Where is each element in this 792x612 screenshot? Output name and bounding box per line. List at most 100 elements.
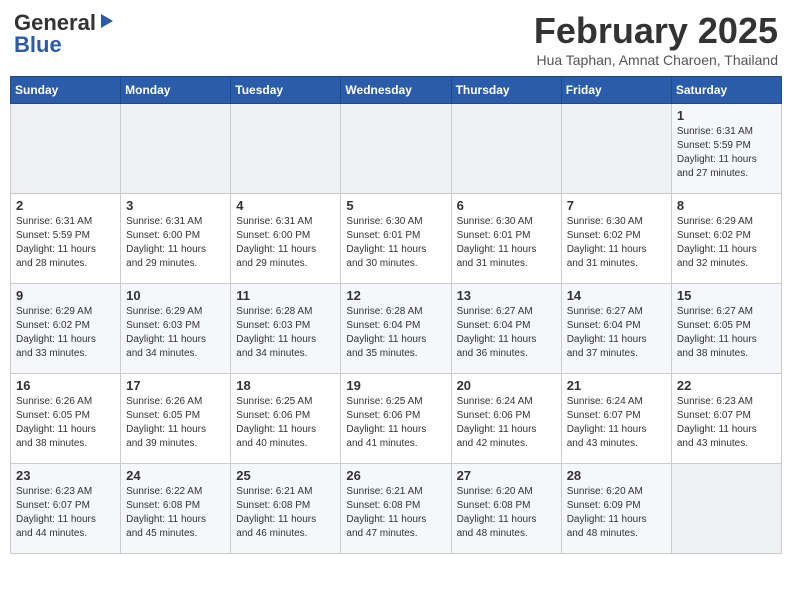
day-info: Sunrise: 6:27 AM Sunset: 6:04 PM Dayligh… (567, 305, 666, 361)
day-number: 2 (16, 198, 115, 213)
logo-blue: Blue (14, 32, 62, 58)
day-cell: 2 Sunrise: 6:31 AM Sunset: 5:59 PM Daylig… (11, 194, 121, 284)
day-info: Sunrise: 6:23 AM Sunset: 6:07 PM Dayligh… (677, 395, 776, 451)
day-number: 14 (567, 288, 666, 303)
day-cell (671, 464, 781, 554)
day-cell: 24 Sunrise: 6:22 AM Sunset: 6:08 PM Dayli… (121, 464, 231, 554)
day-cell: 25 Sunrise: 6:21 AM Sunset: 6:08 PM Dayli… (231, 464, 341, 554)
day-number: 4 (236, 198, 335, 213)
weekday-header-row: SundayMondayTuesdayWednesdayThursdayFrid… (11, 77, 782, 104)
day-number: 25 (236, 468, 335, 483)
weekday-sunday: Sunday (11, 77, 121, 104)
day-number: 28 (567, 468, 666, 483)
day-info: Sunrise: 6:25 AM Sunset: 6:06 PM Dayligh… (346, 395, 445, 451)
day-info: Sunrise: 6:31 AM Sunset: 5:59 PM Dayligh… (677, 125, 776, 181)
day-cell (121, 104, 231, 194)
day-cell: 9 Sunrise: 6:29 AM Sunset: 6:02 PM Daylig… (11, 284, 121, 374)
day-info: Sunrise: 6:30 AM Sunset: 6:02 PM Dayligh… (567, 215, 666, 271)
day-cell: 17Sunrise: 6:26 AM Sunset: 6:05 PM Dayli… (121, 374, 231, 464)
calendar-body: 1 Sunrise: 6:31 AM Sunset: 5:59 PM Daylig… (11, 104, 782, 554)
day-info: Sunrise: 6:20 AM Sunset: 6:09 PM Dayligh… (567, 485, 666, 541)
week-row-2: 9 Sunrise: 6:29 AM Sunset: 6:02 PM Daylig… (11, 284, 782, 374)
day-number: 8 (677, 198, 776, 213)
day-info: Sunrise: 6:29 AM Sunset: 6:02 PM Dayligh… (677, 215, 776, 271)
day-number: 7 (567, 198, 666, 213)
day-number: 3 (126, 198, 225, 213)
day-cell: 20 Sunrise: 6:24 AM Sunset: 6:06 PM Dayli… (451, 374, 561, 464)
day-number: 26 (346, 468, 445, 483)
day-info: Sunrise: 6:21 AM Sunset: 6:08 PM Dayligh… (346, 485, 445, 541)
day-cell (451, 104, 561, 194)
weekday-saturday: Saturday (671, 77, 781, 104)
weekday-friday: Friday (561, 77, 671, 104)
logo: General Blue (14, 10, 115, 58)
weekday-tuesday: Tuesday (231, 77, 341, 104)
day-cell: 5 Sunrise: 6:30 AM Sunset: 6:01 PM Daylig… (341, 194, 451, 284)
day-cell (341, 104, 451, 194)
day-cell (231, 104, 341, 194)
weekday-wednesday: Wednesday (341, 77, 451, 104)
weekday-monday: Monday (121, 77, 231, 104)
day-info: Sunrise: 6:28 AM Sunset: 6:04 PM Dayligh… (346, 305, 445, 361)
day-number: 16 (16, 378, 115, 393)
day-number: 5 (346, 198, 445, 213)
day-info: Sunrise: 6:30 AM Sunset: 6:01 PM Dayligh… (346, 215, 445, 271)
logo-icon (97, 12, 115, 30)
day-cell (561, 104, 671, 194)
week-row-4: 23Sunrise: 6:23 AM Sunset: 6:07 PM Dayli… (11, 464, 782, 554)
day-number: 1 (677, 108, 776, 123)
week-row-0: 1 Sunrise: 6:31 AM Sunset: 5:59 PM Daylig… (11, 104, 782, 194)
day-number: 21 (567, 378, 666, 393)
day-cell: 15 Sunrise: 6:27 AM Sunset: 6:05 PM Dayli… (671, 284, 781, 374)
weekday-thursday: Thursday (451, 77, 561, 104)
day-number: 6 (457, 198, 556, 213)
day-cell: 7 Sunrise: 6:30 AM Sunset: 6:02 PM Daylig… (561, 194, 671, 284)
day-info: Sunrise: 6:28 AM Sunset: 6:03 PM Dayligh… (236, 305, 335, 361)
day-cell: 3 Sunrise: 6:31 AM Sunset: 6:00 PM Daylig… (121, 194, 231, 284)
day-number: 11 (236, 288, 335, 303)
day-number: 22 (677, 378, 776, 393)
day-info: Sunrise: 6:31 AM Sunset: 6:00 PM Dayligh… (126, 215, 225, 271)
week-row-3: 16 Sunrise: 6:26 AM Sunset: 6:05 PM Dayli… (11, 374, 782, 464)
day-info: Sunrise: 6:27 AM Sunset: 6:05 PM Dayligh… (677, 305, 776, 361)
day-info: Sunrise: 6:24 AM Sunset: 6:06 PM Dayligh… (457, 395, 556, 451)
day-cell: 28 Sunrise: 6:20 AM Sunset: 6:09 PM Dayli… (561, 464, 671, 554)
day-cell: 14 Sunrise: 6:27 AM Sunset: 6:04 PM Dayli… (561, 284, 671, 374)
day-cell: 12 Sunrise: 6:28 AM Sunset: 6:04 PM Dayli… (341, 284, 451, 374)
title-block: February 2025 Hua Taphan, Amnat Charoen,… (534, 10, 778, 68)
day-number: 12 (346, 288, 445, 303)
day-cell: 19 Sunrise: 6:25 AM Sunset: 6:06 PM Dayli… (341, 374, 451, 464)
day-info: Sunrise: 6:31 AM Sunset: 5:59 PM Dayligh… (16, 215, 115, 271)
day-number: 20 (457, 378, 556, 393)
day-cell: 13 Sunrise: 6:27 AM Sunset: 6:04 PM Dayli… (451, 284, 561, 374)
day-info: Sunrise: 6:30 AM Sunset: 6:01 PM Dayligh… (457, 215, 556, 271)
day-info: Sunrise: 6:21 AM Sunset: 6:08 PM Dayligh… (236, 485, 335, 541)
day-info: Sunrise: 6:31 AM Sunset: 6:00 PM Dayligh… (236, 215, 335, 271)
day-info: Sunrise: 6:26 AM Sunset: 6:05 PM Dayligh… (126, 395, 225, 451)
day-info: Sunrise: 6:24 AM Sunset: 6:07 PM Dayligh… (567, 395, 666, 451)
day-cell: 26 Sunrise: 6:21 AM Sunset: 6:08 PM Dayli… (341, 464, 451, 554)
day-cell: 27Sunrise: 6:20 AM Sunset: 6:08 PM Dayli… (451, 464, 561, 554)
day-info: Sunrise: 6:26 AM Sunset: 6:05 PM Dayligh… (16, 395, 115, 451)
week-row-1: 2 Sunrise: 6:31 AM Sunset: 5:59 PM Daylig… (11, 194, 782, 284)
day-info: Sunrise: 6:29 AM Sunset: 6:03 PM Dayligh… (126, 305, 225, 361)
day-number: 10 (126, 288, 225, 303)
day-info: Sunrise: 6:27 AM Sunset: 6:04 PM Dayligh… (457, 305, 556, 361)
day-number: 23 (16, 468, 115, 483)
day-cell: 1 Sunrise: 6:31 AM Sunset: 5:59 PM Daylig… (671, 104, 781, 194)
day-cell: 23Sunrise: 6:23 AM Sunset: 6:07 PM Dayli… (11, 464, 121, 554)
day-number: 13 (457, 288, 556, 303)
day-cell: 22 Sunrise: 6:23 AM Sunset: 6:07 PM Dayli… (671, 374, 781, 464)
day-info: Sunrise: 6:25 AM Sunset: 6:06 PM Dayligh… (236, 395, 335, 451)
day-number: 9 (16, 288, 115, 303)
day-number: 18 (236, 378, 335, 393)
day-cell: 6 Sunrise: 6:30 AM Sunset: 6:01 PM Daylig… (451, 194, 561, 284)
day-info: Sunrise: 6:29 AM Sunset: 6:02 PM Dayligh… (16, 305, 115, 361)
day-info: Sunrise: 6:20 AM Sunset: 6:08 PM Dayligh… (457, 485, 556, 541)
day-cell: 10 Sunrise: 6:29 AM Sunset: 6:03 PM Dayli… (121, 284, 231, 374)
day-number: 15 (677, 288, 776, 303)
calendar-table: SundayMondayTuesdayWednesdayThursdayFrid… (10, 76, 782, 554)
day-info: Sunrise: 6:22 AM Sunset: 6:08 PM Dayligh… (126, 485, 225, 541)
day-number: 19 (346, 378, 445, 393)
day-number: 24 (126, 468, 225, 483)
